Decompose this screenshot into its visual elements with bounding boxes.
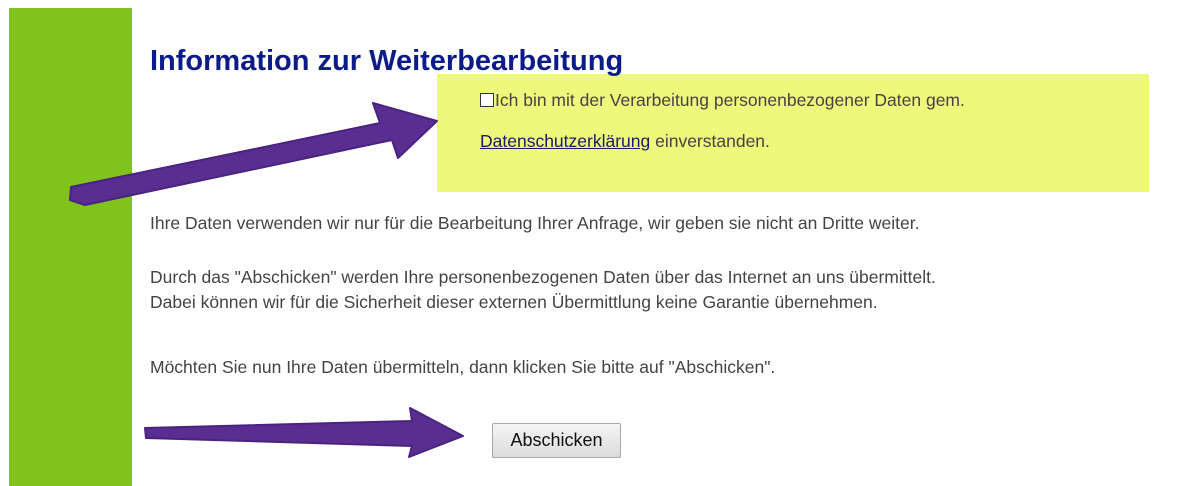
arrow-right-icon [144,407,464,458]
